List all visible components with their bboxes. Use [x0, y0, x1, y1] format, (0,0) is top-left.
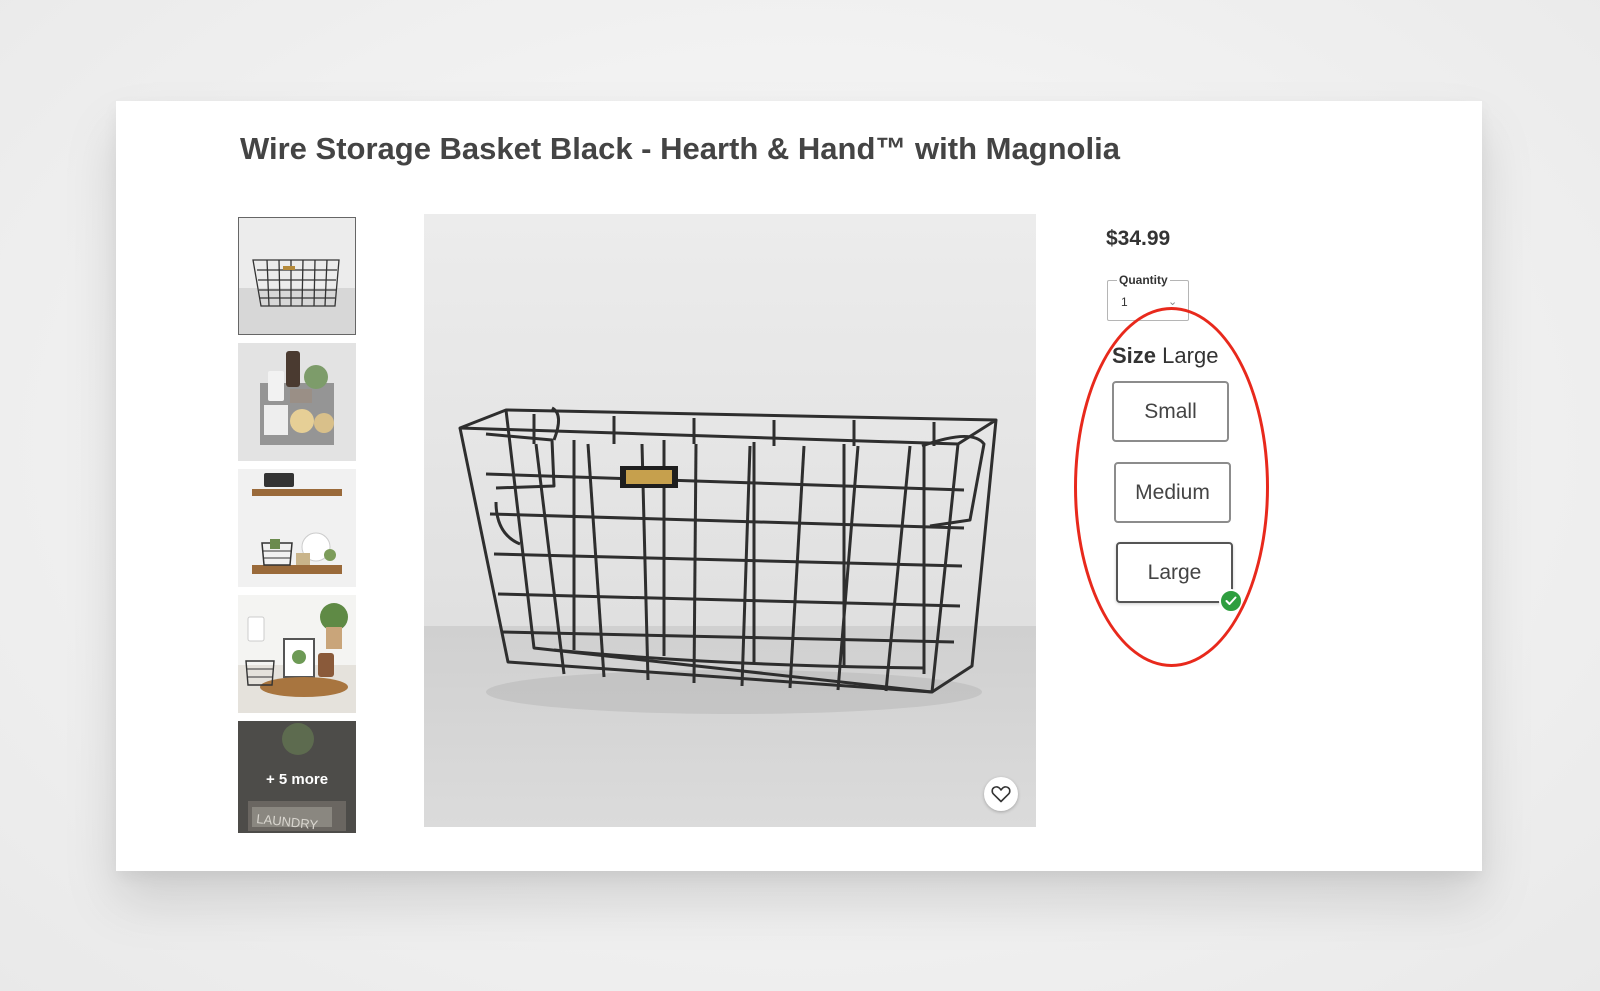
size-option-large[interactable]: Large — [1116, 542, 1243, 613]
wire-basket-image — [424, 214, 1036, 827]
chevron-down-icon: ⌄ — [1168, 296, 1178, 308]
heart-outline-icon — [991, 786, 1011, 803]
size-option-medium[interactable]: Medium — [1114, 462, 1231, 523]
size-selected-value: Large — [1162, 343, 1219, 368]
check-icon — [1219, 589, 1243, 613]
quantity-value: 1 — [1121, 295, 1128, 309]
size-label: Size — [1112, 343, 1157, 368]
thumbnail-basket-selected[interactable] — [238, 217, 356, 335]
thumbnail-toiletries[interactable] — [238, 343, 356, 461]
basket-thumbnail-image — [239, 218, 355, 334]
quantity-select[interactable]: Quantity 1 ⌄ — [1107, 273, 1189, 321]
quantity-label: Quantity — [1117, 273, 1170, 287]
thumbnail-more[interactable]: LAUNDRY + 5 more — [238, 721, 356, 833]
counter-thumbnail-image — [238, 595, 356, 713]
shelf-thumbnail-image — [238, 469, 356, 587]
size-option-large-label: Large — [1147, 560, 1202, 584]
product-card: Wire Storage Basket Black - Hearth & Han… — [116, 101, 1482, 871]
thumbnail-shelf[interactable] — [238, 469, 356, 587]
product-title: Wire Storage Basket Black - Hearth & Han… — [240, 131, 1120, 166]
product-price: $34.99 — [1106, 227, 1171, 250]
toiletries-thumbnail-image — [238, 343, 356, 461]
main-product-image — [424, 214, 1036, 827]
size-heading: Size Large — [1112, 343, 1218, 369]
favorite-button[interactable] — [984, 777, 1018, 811]
size-option-small[interactable]: Small — [1112, 381, 1229, 442]
thumbnail-counter[interactable] — [238, 595, 356, 713]
more-images-label: + 5 more — [265, 771, 329, 788]
